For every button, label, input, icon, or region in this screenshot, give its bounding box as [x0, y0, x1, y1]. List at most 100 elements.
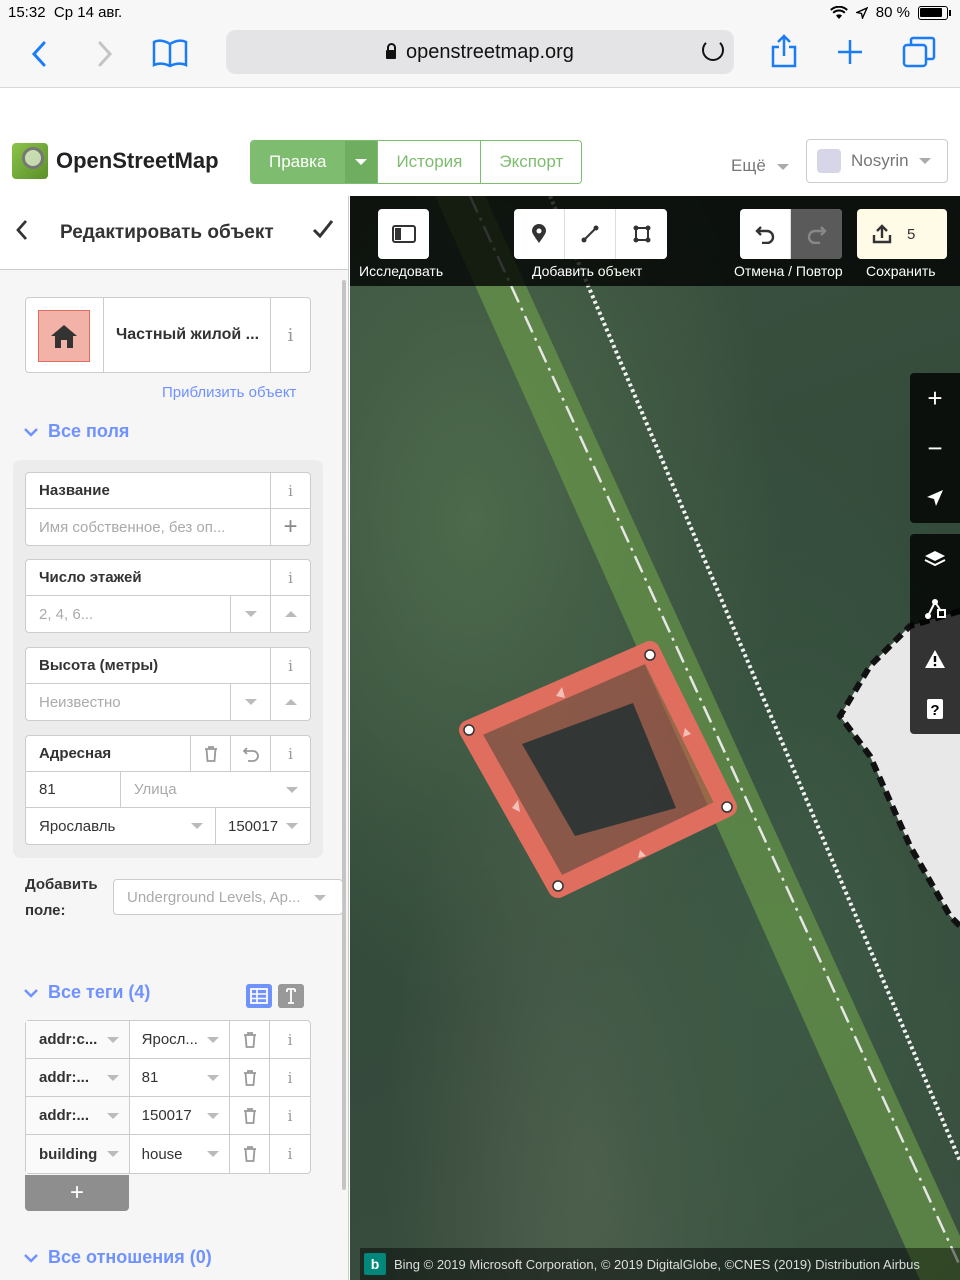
back-icon[interactable]: [30, 40, 48, 68]
info-icon[interactable]: i: [270, 1097, 310, 1134]
tag-value-input[interactable]: 81: [130, 1059, 231, 1096]
add-localized-name-button[interactable]: +: [270, 509, 310, 545]
trash-icon[interactable]: [230, 1059, 271, 1096]
site-logo[interactable]: OpenStreetMap: [12, 143, 219, 179]
undo-icon[interactable]: [230, 736, 270, 772]
chevron-down-icon: [24, 988, 38, 998]
tag-key-input[interactable]: addr:c...: [26, 1021, 130, 1058]
all-fields-toggle[interactable]: Все поля: [24, 421, 129, 442]
user-menu[interactable]: Nosyrin: [806, 139, 948, 183]
user-name: Nosyrin: [851, 151, 909, 170]
back-chevron-icon[interactable]: [14, 218, 30, 249]
issues-warning-icon[interactable]: [910, 634, 960, 684]
decrement-button[interactable]: [230, 684, 270, 720]
redo-button[interactable]: [791, 209, 842, 259]
wifi-icon: [829, 5, 848, 19]
add-point-button[interactable]: [514, 209, 565, 259]
attribution-text: Bing © 2019 Microsoft Corporation, © 201…: [394, 1256, 920, 1272]
add-feature-group: [514, 209, 667, 259]
caret-down-icon: [207, 1075, 220, 1081]
map-features: [435, 196, 960, 1280]
info-icon[interactable]: i: [270, 1135, 310, 1173]
geolocate-icon[interactable]: [910, 473, 960, 523]
decrement-button[interactable]: [230, 596, 270, 632]
street-input[interactable]: Улица: [121, 772, 310, 808]
postcode-input[interactable]: 150017: [216, 808, 310, 844]
info-icon[interactable]: i: [270, 1021, 310, 1058]
name-input[interactable]: Имя собственное, без оп... +: [26, 509, 310, 545]
undo-button[interactable]: [740, 209, 791, 259]
status-right: 80 %: [829, 4, 951, 21]
chevron-down-icon: [24, 1253, 38, 1263]
city-input[interactable]: Ярославль: [26, 808, 216, 844]
height-input[interactable]: Неизвестно: [26, 684, 310, 720]
preset-selector[interactable]: Частный жилой ... i: [25, 297, 311, 373]
all-relations-label: Все отношения (0): [48, 1247, 212, 1267]
save-count: 5: [907, 225, 916, 243]
info-icon[interactable]: i: [270, 736, 310, 772]
address-row-2: Ярославль 150017: [26, 808, 310, 844]
tag-value-input[interactable]: Яросл...: [130, 1021, 231, 1058]
address-bar[interactable]: openstreetmap.org: [226, 30, 734, 74]
reload-icon[interactable]: [702, 39, 724, 61]
info-icon[interactable]: i: [270, 648, 310, 684]
trash-icon[interactable]: [190, 736, 230, 772]
tab-export[interactable]: Экспорт: [481, 141, 582, 183]
close-check-icon[interactable]: [312, 216, 334, 247]
text-view-icon[interactable]: [278, 984, 304, 1008]
bookmarks-icon[interactable]: [152, 38, 188, 68]
field-height: Высота (метры) i Неизвестно: [25, 647, 311, 721]
caret-down-icon: [286, 786, 298, 793]
trash-icon[interactable]: [230, 1135, 271, 1173]
levels-placeholder: 2, 4, 6...: [39, 605, 94, 623]
increment-button[interactable]: [270, 596, 310, 632]
field-levels: Число этажей i 2, 4, 6...: [25, 559, 311, 633]
browse-button[interactable]: [378, 209, 429, 259]
tag-value-input[interactable]: house: [130, 1135, 231, 1173]
info-icon[interactable]: i: [270, 298, 310, 372]
info-icon[interactable]: i: [270, 1059, 310, 1096]
caret-up-icon: [284, 699, 297, 705]
map-canvas[interactable]: Исследовать Добавить объект Отмена / Пов…: [350, 196, 960, 1280]
trash-icon[interactable]: [230, 1097, 271, 1134]
zoom-to-link[interactable]: Приблизить объект: [162, 384, 296, 401]
svg-text:?: ?: [930, 702, 939, 719]
add-tag-button[interactable]: +: [25, 1175, 129, 1211]
new-tab-icon[interactable]: [836, 38, 864, 66]
map-data-icon[interactable]: [910, 584, 960, 634]
all-relations-toggle[interactable]: Все отношения (0): [24, 1247, 212, 1268]
help-icon[interactable]: ?: [910, 684, 960, 734]
tabs-icon[interactable]: [902, 36, 936, 68]
map-zoom-controls: + −: [910, 373, 960, 523]
zoom-out-icon[interactable]: −: [910, 423, 960, 473]
trash-icon[interactable]: [230, 1021, 271, 1058]
share-icon[interactable]: [770, 34, 798, 68]
list-view-icon[interactable]: [246, 984, 272, 1008]
layers-icon[interactable]: [910, 534, 960, 584]
caret-down-icon: [244, 699, 257, 705]
forward-icon[interactable]: [96, 40, 114, 68]
increment-button[interactable]: [270, 684, 310, 720]
tag-key-input[interactable]: addr:...: [26, 1059, 130, 1096]
sidebar-scrollbar[interactable]: [342, 280, 346, 1190]
tag-key-input[interactable]: building: [26, 1135, 130, 1173]
save-button[interactable]: 5: [857, 209, 947, 259]
address-row-1: 81 Улица: [26, 771, 310, 808]
zoom-in-icon[interactable]: +: [910, 373, 960, 423]
levels-input[interactable]: 2, 4, 6...: [26, 596, 310, 632]
add-line-button[interactable]: [565, 209, 616, 259]
housenumber-input[interactable]: 81: [26, 771, 121, 808]
tab-edit[interactable]: Правка: [251, 141, 346, 183]
tab-history[interactable]: История: [378, 141, 482, 183]
all-tags-toggle[interactable]: Все теги (4): [24, 982, 150, 1003]
add-field-combobox[interactable]: Underground Levels, Ap...: [113, 879, 343, 915]
fields-container: Название i Имя собственное, без оп... + Ч…: [13, 460, 323, 858]
info-icon[interactable]: i: [270, 473, 310, 509]
info-icon[interactable]: i: [270, 560, 310, 596]
bing-logo-icon: b: [364, 1253, 386, 1275]
edit-dropdown-button[interactable]: [345, 141, 379, 183]
tag-key-input[interactable]: addr:...: [26, 1097, 130, 1134]
more-menu[interactable]: Ещё: [731, 156, 789, 176]
tag-value-input[interactable]: 150017: [130, 1097, 231, 1134]
add-area-button[interactable]: [616, 209, 667, 259]
